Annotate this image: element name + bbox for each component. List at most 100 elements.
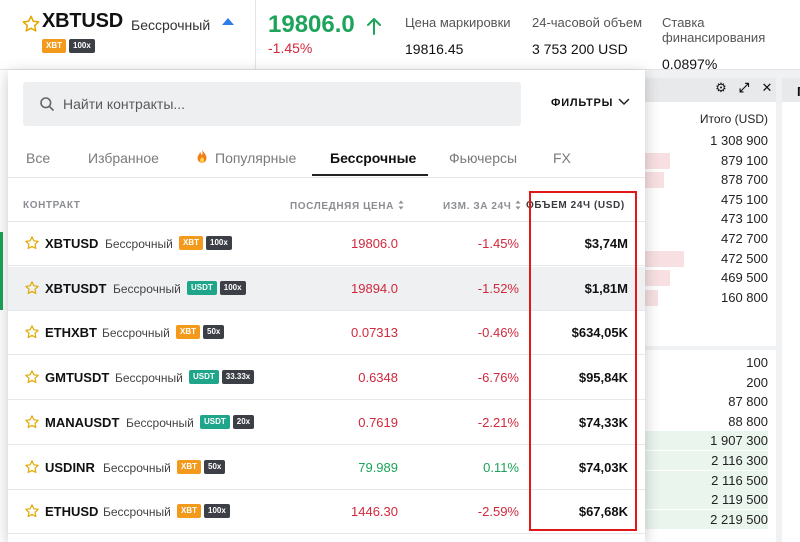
orderbook-spread	[640, 346, 776, 350]
favorite-star-icon[interactable]	[21, 14, 41, 34]
orderbook-ask-row[interactable]: 473 100	[640, 209, 768, 228]
orderbook-bid-row[interactable]: 2 219 500	[640, 509, 768, 529]
column-change-24h[interactable]: ИЗМ. ЗА 24Ч	[443, 200, 521, 212]
tab-perpetual[interactable]: Бессрочные	[330, 150, 416, 166]
orderbook-total: 1 308 900	[710, 133, 768, 148]
tab-fx[interactable]: FX	[553, 150, 571, 166]
change-cell: -0.46%	[477, 325, 519, 341]
caret-up-icon[interactable]	[222, 18, 234, 25]
contract-symbol: XBTUSD	[45, 236, 99, 251]
leverage-badge: 100x	[206, 236, 232, 250]
leverage-badge: 100x	[69, 39, 95, 53]
orderbook-total: 469 500	[721, 270, 768, 286]
favorite-star-icon[interactable]	[24, 324, 40, 340]
last-price: 19806.0	[268, 11, 355, 38]
orderbook-bid-row[interactable]: 2 116 500	[640, 470, 768, 490]
orderbook-bid-row[interactable]: 200	[640, 372, 768, 392]
contract-row[interactable]: ETHUSD Бессрочный XBT 100x 1446.30 -2.59% $67,…	[8, 490, 645, 535]
currency-badge: USDT	[189, 370, 219, 385]
chevron-down-icon[interactable]	[618, 97, 630, 107]
orderbook-total: 100	[746, 355, 768, 370]
orderbook-bid-row[interactable]: 2 119 500	[640, 490, 768, 510]
orderbook-bid-row[interactable]: 1 907 300	[640, 431, 768, 451]
orderbook-ask-row[interactable]: 1 308 900	[640, 131, 768, 150]
tab-futures[interactable]: Фьючерсы	[449, 150, 517, 166]
sort-icon	[515, 200, 521, 210]
contract-row[interactable]: MANAUSDT Бессрочный USDT 20x 0.7619 -2.21% $74…	[8, 401, 645, 445]
orderbook-total: 160 800	[721, 289, 768, 305]
contract-row[interactable]: USDINR Бессрочный XBT 50x 79.989 0.11% $74,03K	[8, 446, 645, 490]
favorite-star-icon[interactable]	[24, 459, 40, 475]
orderbook-total: 2 219 500	[710, 511, 768, 527]
orderbook-total: 2 119 500	[711, 492, 768, 508]
tab-all[interactable]: Все	[26, 150, 50, 166]
orderbook-ask-row[interactable]: 469 500	[640, 268, 768, 287]
orderbook-ask-row[interactable]: 879 100	[640, 151, 768, 170]
orderbook-total: 200	[746, 374, 768, 390]
orderbook-ask-row[interactable]: 160 800	[640, 288, 768, 307]
close-icon[interactable]: ✕	[760, 81, 774, 95]
price-indicator	[0, 232, 3, 310]
orderbook-ask-row[interactable]: 472 500	[640, 249, 768, 268]
orderbook-ask-row[interactable]: 475 100	[640, 190, 768, 209]
favorite-star-icon[interactable]	[24, 235, 40, 251]
search-input[interactable]	[63, 82, 503, 126]
contract-row[interactable]: ETHXBT Бессрочный XBT 50x 0.07313 -0.46% $634,…	[8, 311, 645, 356]
contract-badges: XBT 100x	[179, 236, 232, 250]
instrument-type: Бессрочный	[131, 17, 211, 33]
last-price-cell: 79.989	[358, 459, 398, 475]
orderbook-bid-row[interactable]: 100	[640, 353, 768, 372]
contract-symbol: USDINR	[45, 459, 95, 475]
currency-badge: USDT	[200, 414, 230, 429]
search-box[interactable]	[23, 82, 521, 126]
column-volume-24h[interactable]: ОБЪЕМ 24Ч (USD)	[526, 200, 625, 211]
favorite-star-icon[interactable]	[24, 369, 40, 385]
favorite-star-icon[interactable]	[24, 280, 40, 296]
funding-rate-stat: Ставка финансирования 0.0897%	[662, 15, 800, 72]
column-last-price[interactable]: ПОСЛЕДНЯЯ ЦЕНА	[290, 200, 404, 212]
gear-icon[interactable]: ⚙	[714, 81, 728, 95]
change-cell: -1.45%	[477, 236, 519, 251]
contract-symbol: GMTUSDT	[45, 370, 110, 386]
filters-button[interactable]: ФИЛЬТРЫ	[551, 97, 613, 109]
contract-badges: USDT 20x	[200, 414, 255, 429]
volume-cell: $67,68K	[578, 504, 628, 520]
favorite-star-icon[interactable]	[24, 414, 40, 430]
orderbook-bid-row[interactable]: 87 800	[640, 392, 768, 412]
orderbook-bid-row[interactable]: 88 800	[640, 411, 768, 431]
orderbook-total: 87 800	[728, 394, 768, 410]
flame-icon	[197, 149, 207, 163]
volume-24h-stat: 24-часовой объем 3 753 200 USD	[532, 15, 642, 57]
orderbook-total: 88 800	[728, 413, 768, 429]
contract-type: Бессрочный	[103, 505, 171, 520]
orderbook-panel: Итого (USD) 1 308 900 879 100 878 700 475 1…	[640, 78, 776, 542]
tab-favorites[interactable]: Избранное	[88, 150, 159, 166]
stat-label: Ставка финансирования	[662, 15, 766, 45]
leverage-badge: 20x	[232, 414, 255, 429]
column-label: ИЗМ. ЗА 24Ч	[443, 201, 512, 212]
contract-row[interactable]: XBTUSD Бессрочный XBT 100x 19806.0 -1.45% $3,7…	[8, 222, 645, 266]
contract-type: Бессрочный	[102, 326, 170, 341]
orderbook-ask-row[interactable]: 472 700	[640, 229, 768, 248]
orderbook-total: 473 100	[721, 211, 768, 227]
orderbook-bid-row[interactable]: 2 116 300	[640, 451, 768, 470]
leverage-badge: 50x	[203, 325, 225, 340]
contract-row[interactable]: GMTUSDT Бессрочный USDT 33.33x 0.6348 -6.76% $…	[8, 356, 645, 401]
orderbook-ask-row[interactable]: 878 700	[640, 170, 768, 189]
favorite-star-icon[interactable]	[24, 503, 40, 519]
stat-value: 3 753 200 USD	[532, 41, 628, 57]
orderbook-toolbar: ⚙ ⤢ ✕	[714, 81, 774, 95]
volume-cell: $74,33K	[578, 414, 628, 430]
change-cell: -6.76%	[477, 370, 519, 386]
contract-type: Бессрочный	[126, 415, 194, 430]
expand-icon[interactable]: ⤢	[737, 81, 751, 95]
tabs-divider	[8, 177, 645, 178]
column-contract[interactable]: КОНТРАКТ	[23, 200, 81, 211]
contract-row[interactable]: XBTUSDT Бессрочный USDT 100x 19894.0 -1.52% $1…	[8, 266, 645, 311]
last-price-cell: 1446.30	[351, 504, 398, 520]
active-tab-indicator	[312, 174, 428, 176]
orderbook-total: 475 100	[721, 191, 768, 207]
tab-popular[interactable]: Популярные	[215, 150, 296, 166]
instrument-selector[interactable]: XBTUSD Бессрочный XBT 100x	[0, 0, 256, 70]
ticker-header: XBTUSD Бессрочный XBT 100x 19806.0 -1.45…	[0, 0, 800, 72]
